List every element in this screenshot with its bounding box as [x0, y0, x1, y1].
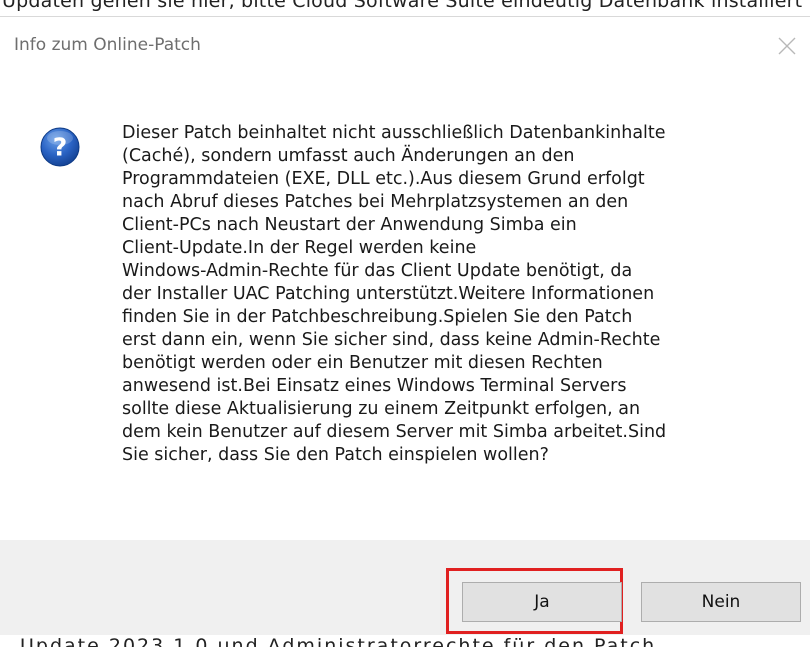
message-line: sollte diese Aktualisierung zu einem Zei… — [122, 399, 641, 419]
background-text-bottom: Update 2023.1.0 und Administratorrechte … — [20, 635, 657, 647]
message-line: benötigt werden oder ein Benutzer mit di… — [122, 353, 603, 373]
message-line: nach Abruf dieses Patches bei Mehrplatzs… — [122, 192, 629, 212]
message-line: dem kein Benutzer auf diesem Server mit … — [122, 422, 667, 442]
message-line: anwesend ist.Bei Einsatz eines Windows T… — [122, 376, 627, 396]
yes-button[interactable]: Ja — [462, 582, 622, 622]
message-line: Programmdateien (EXE, DLL etc.).Aus dies… — [122, 169, 645, 189]
message-line: Client-Update.In der Regel werden keine — [122, 238, 477, 258]
close-button[interactable] — [764, 25, 810, 67]
no-button[interactable]: Nein — [641, 582, 801, 622]
online-patch-dialog: Info zum Online-Patch ? Dieser Patch bei… — [0, 16, 810, 636]
dialog-title: Info zum Online-Patch — [14, 35, 201, 55]
background-text-top: Updaten gehen sie hier, bitte Cloud Soft… — [2, 0, 803, 12]
message-line: finden Sie in der Patchbeschreibung.Spie… — [122, 307, 633, 327]
dialog-button-bar: Ja Nein — [0, 540, 810, 636]
message-line: Windows-Admin-Rechte für das Client Upda… — [122, 261, 633, 281]
message-line: der Installer UAC Patching unterstützt.W… — [122, 284, 655, 304]
message-line: (Caché), sondern umfasst auch Änderungen… — [122, 146, 575, 166]
close-icon — [778, 37, 796, 55]
dialog-titlebar[interactable]: Info zum Online-Patch — [0, 17, 810, 81]
background-window-text-top: Updaten gehen sie hier, bitte Cloud Soft… — [0, 0, 810, 16]
message-line: Sie sicher, dass Sie den Patch einspiele… — [122, 445, 549, 465]
message-line: erst dann ein, wenn Sie sicher sind, das… — [122, 330, 661, 350]
svg-text:?: ? — [53, 133, 68, 162]
message-line: Client-PCs nach Neustart der Anwendung S… — [122, 215, 577, 235]
dialog-content: ? Dieser Patch beinhaltet nicht ausschli… — [0, 81, 810, 540]
question-icon: ? — [40, 127, 80, 167]
message-line: Dieser Patch beinhaltet nicht ausschließ… — [122, 123, 666, 143]
background-window-text-bottom: Update 2023.1.0 und Administratorrechte … — [0, 635, 810, 647]
dialog-message: Dieser Patch beinhaltet nicht ausschließ… — [122, 122, 802, 467]
